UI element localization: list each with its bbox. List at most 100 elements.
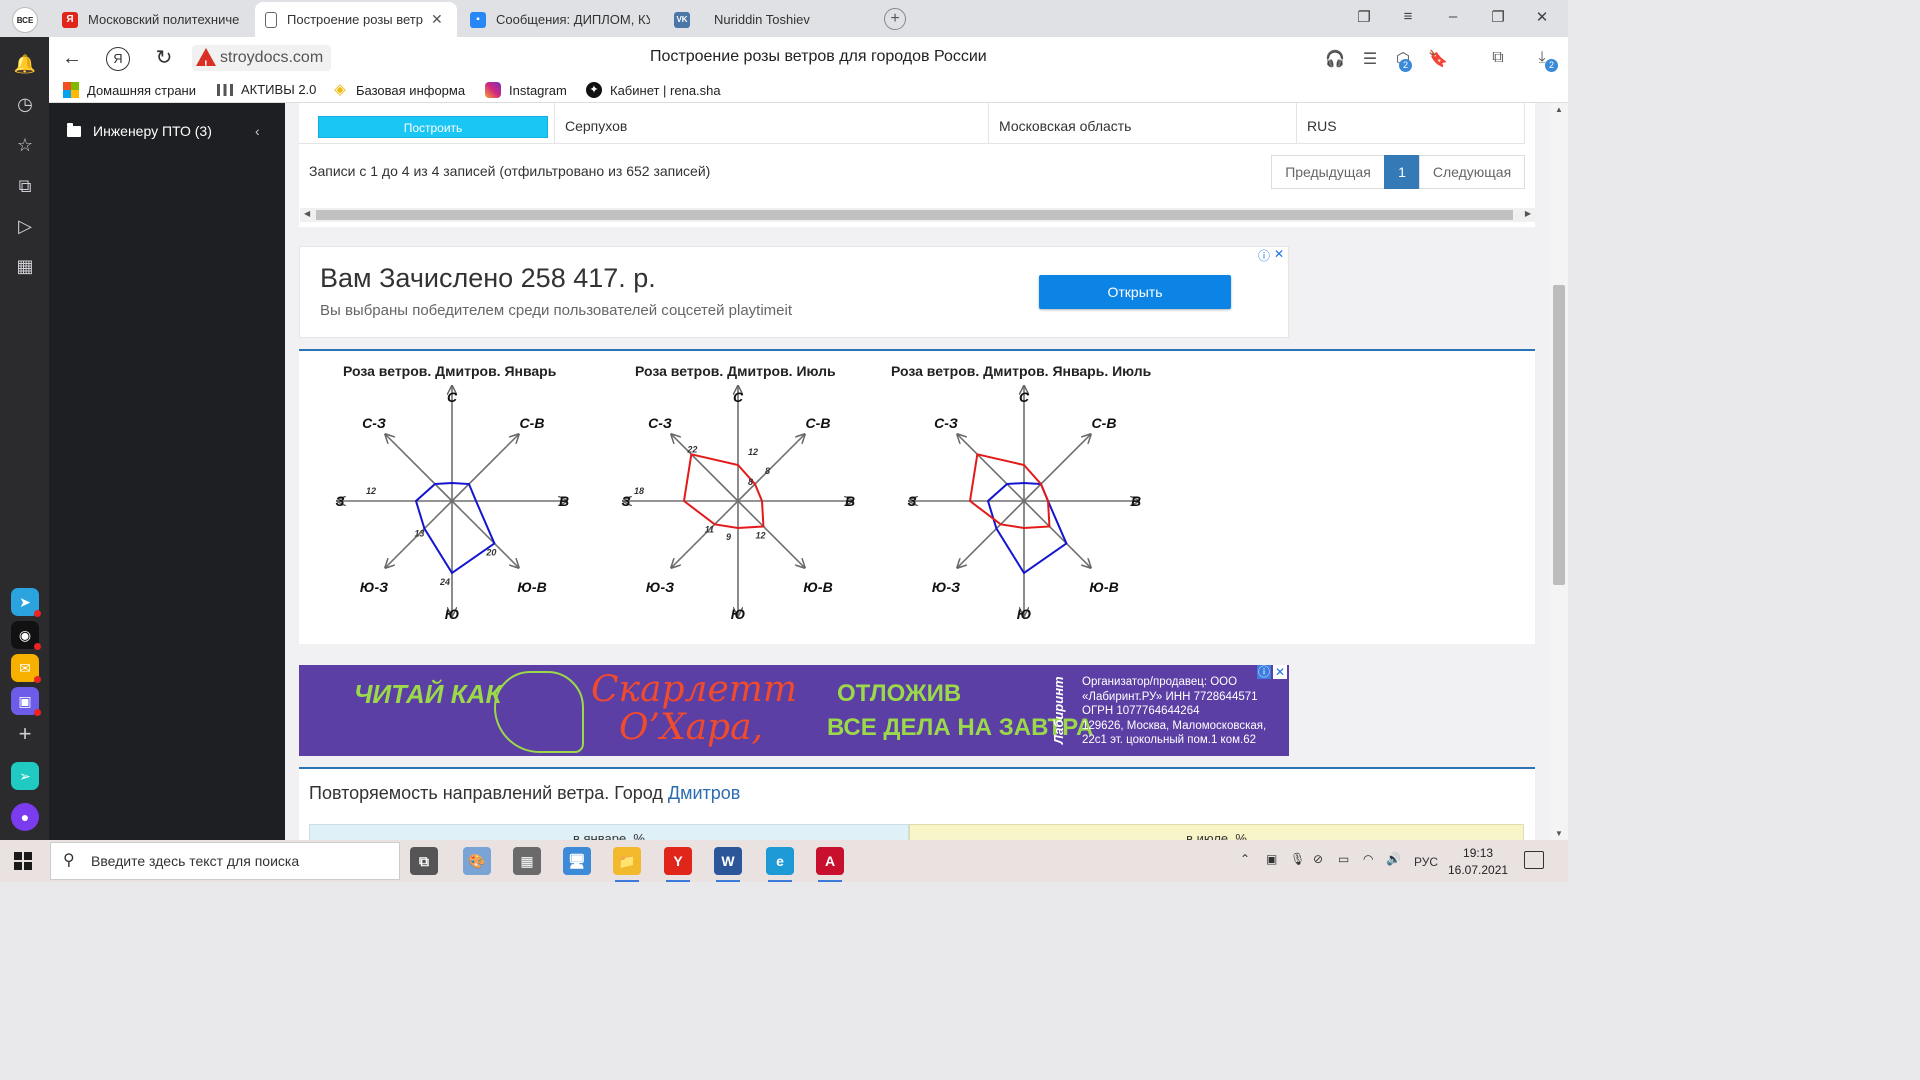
tab-wind-rose[interactable]: Построение розы ветр ✕ [255, 2, 457, 37]
scroll-right-icon[interactable]: ▶ [1525, 209, 1531, 218]
paint-icon[interactable]: 🎨 [463, 847, 491, 875]
next-page-button[interactable]: Следующая [1419, 155, 1525, 189]
new-tab-button[interactable]: + [884, 8, 906, 30]
edge-icon[interactable]: e [766, 847, 794, 882]
ad-subtitle: Вы выбраны победителем среди пользовател… [320, 302, 792, 319]
back-arrow-icon[interactable]: ← [60, 47, 84, 71]
ad-open-button[interactable]: Открыть [1039, 275, 1231, 309]
tabs-overview-icon[interactable]: ❐ [1353, 8, 1375, 26]
alice-assistant-icon[interactable]: ● [11, 803, 39, 831]
history-icon[interactable]: ◷ [12, 91, 38, 117]
vertical-scrollbar[interactable]: ▲ ▼ [1550, 103, 1568, 840]
insecure-warning-icon[interactable] [196, 48, 216, 78]
wifi-icon[interactable]: ◠ [1363, 852, 1373, 866]
chevron-left-icon[interactable]: ‹ [255, 123, 260, 139]
ad-close-icon[interactable]: ✕ [1274, 247, 1284, 261]
city-link[interactable]: Дмитров [668, 783, 740, 803]
input-language[interactable]: РУС [1414, 855, 1438, 869]
battery-icon[interactable]: ▭ [1338, 852, 1349, 866]
word-icon[interactable]: W [714, 847, 742, 882]
bell-icon[interactable]: 🔔 [12, 51, 38, 77]
collections-icon[interactable]: ⧉ [1488, 49, 1508, 67]
tab-messages[interactable]: ▪ Сообщения: ДИПЛОМ, КУ [460, 2, 660, 37]
horizontal-scrollbar[interactable]: ◀ ▶ [300, 208, 1535, 222]
bookmark-cabinet[interactable]: ✦ Кабинет | rena.sha [586, 82, 722, 98]
direction-label: Ю-З [360, 579, 388, 595]
page-1-button[interactable]: 1 [1384, 155, 1420, 189]
close-tab-icon[interactable]: ✕ [431, 11, 443, 28]
remote-desktop-icon[interactable]: 🖥 [563, 847, 591, 875]
maximize-icon[interactable]: ❐ [1487, 8, 1509, 26]
notification-center-icon[interactable] [1524, 851, 1544, 869]
table-cell-country: RUS [1297, 103, 1525, 143]
collections-icon[interactable]: ⧉ [12, 173, 38, 199]
scroll-left-icon[interactable]: ◀ [304, 209, 310, 218]
taskbar-search-input[interactable]: ⚲ Введите здесь текст для поиска [50, 842, 400, 880]
tray-app-icon[interactable]: ▣ [1266, 852, 1277, 866]
telegram-icon[interactable]: ➤ [11, 588, 41, 617]
yandex-browser-icon[interactable]: Y [664, 847, 692, 882]
music-app-icon[interactable]: ◉ [11, 621, 41, 650]
messenger-icon[interactable]: ▣ [11, 687, 41, 716]
advertisement-banner[interactable]: Вам Зачислено 258 417. р. Вы выбраны поб… [299, 246, 1289, 338]
direction-axis [737, 500, 805, 568]
direction-axis [451, 434, 519, 502]
ad-close-icon[interactable]: ✕ [1273, 665, 1287, 679]
headphones-icon[interactable]: 🎧 [1325, 49, 1345, 69]
file-explorer-icon[interactable]: 📁 [613, 847, 641, 882]
previous-page-button[interactable]: Предыдущая [1271, 155, 1385, 189]
bookmark-icon[interactable]: 🔖 [1428, 49, 1448, 69]
reader-mode-icon[interactable]: ☰ [1360, 49, 1380, 69]
scroll-up-icon[interactable]: ▲ [1555, 105, 1563, 114]
data-label: 12 [748, 447, 758, 457]
direction-label: С-В [520, 415, 545, 431]
build-button[interactable]: Построить [318, 116, 548, 138]
browser-profile-logo[interactable]: ВСЕ [12, 7, 38, 33]
ad-info-icon[interactable]: ⓘ [1257, 665, 1271, 679]
side-rail: 🔔 ◷ ☆ ⧉ ▷ ▦ ➤ ◉ ✉ ▣ + ➢ ● [0, 37, 49, 840]
tray-expand-icon[interactable]: ⌃ [1240, 852, 1250, 866]
close-window-icon[interactable]: ✕ [1531, 8, 1553, 26]
menu-icon[interactable]: ≡ [1397, 8, 1419, 25]
task-view-icon[interactable]: ⧉ [410, 847, 438, 875]
yandex-home-icon[interactable]: Я [106, 47, 130, 71]
tab-vk[interactable]: VK Nuriddin Toshiev [664, 2, 864, 37]
search-icon: ⚲ [63, 852, 75, 869]
direction-axis [671, 434, 739, 502]
volume-icon[interactable]: 🔊 [1386, 852, 1401, 866]
tab-moscow-polytech[interactable]: Я Московский политехниче [52, 2, 252, 37]
autocad-icon[interactable]: A [816, 847, 844, 882]
bookmark-instagram[interactable]: Instagram [485, 82, 585, 98]
direction-label: С-З [934, 415, 958, 431]
chart-title: Роза ветров. Дмитров. Июль [635, 363, 836, 379]
minimize-icon[interactable]: – [1442, 8, 1464, 25]
url-field[interactable]: stroydocs.com [192, 45, 332, 78]
bookmark-basic-info[interactable]: ◈ Базовая информа [332, 82, 468, 98]
tab-bar: ВСЕ Я Московский политехниче Построение … [0, 0, 1568, 37]
ad-info-icon[interactable]: ⓘ [1258, 247, 1270, 264]
windows-start-icon[interactable] [14, 852, 32, 870]
labirint-advertisement[interactable]: ЧИТАЙ КАК Скарлетт О’Хара, ОТЛОЖИВ ВСЕ Д… [299, 665, 1289, 756]
ad-brand-text: Скарлетт О’Хара, [591, 671, 797, 747]
folder-icon [67, 122, 81, 137]
org-line: 22с1 эт. цокольный пом.1 ком.62 [1082, 734, 1256, 746]
bookmark-assets[interactable]: АКТИВЫ 2.0 [217, 82, 327, 97]
vertical-scroll-thumb[interactable] [1553, 285, 1565, 585]
apps-grid-icon[interactable]: ▦ [12, 253, 38, 279]
reload-icon[interactable]: ↻ [152, 47, 176, 71]
favorites-star-icon[interactable]: ☆ [12, 132, 38, 158]
clock[interactable]: 19:13 16.07.2021 [1448, 845, 1508, 879]
calculator-icon[interactable]: ▦ [513, 847, 541, 875]
mail-icon[interactable]: ✉ [11, 654, 41, 683]
tray-blocked-icon[interactable]: ⊘ [1313, 852, 1323, 866]
message-favicon-icon: ▪ [470, 11, 486, 28]
scroll-down-icon[interactable]: ▼ [1555, 829, 1563, 838]
bookmark-home[interactable]: Домашняя страни [63, 82, 199, 98]
add-app-icon[interactable]: + [12, 721, 38, 747]
direction-label: С [447, 389, 458, 405]
microphone-icon[interactable]: 🎙 [1290, 852, 1305, 866]
sidebar-folder[interactable]: Инженеру ПТО (3) [67, 122, 212, 139]
send-app-icon[interactable]: ➢ [11, 762, 39, 790]
horizontal-scroll-thumb[interactable] [316, 210, 1513, 220]
video-play-icon[interactable]: ▷ [12, 213, 38, 239]
